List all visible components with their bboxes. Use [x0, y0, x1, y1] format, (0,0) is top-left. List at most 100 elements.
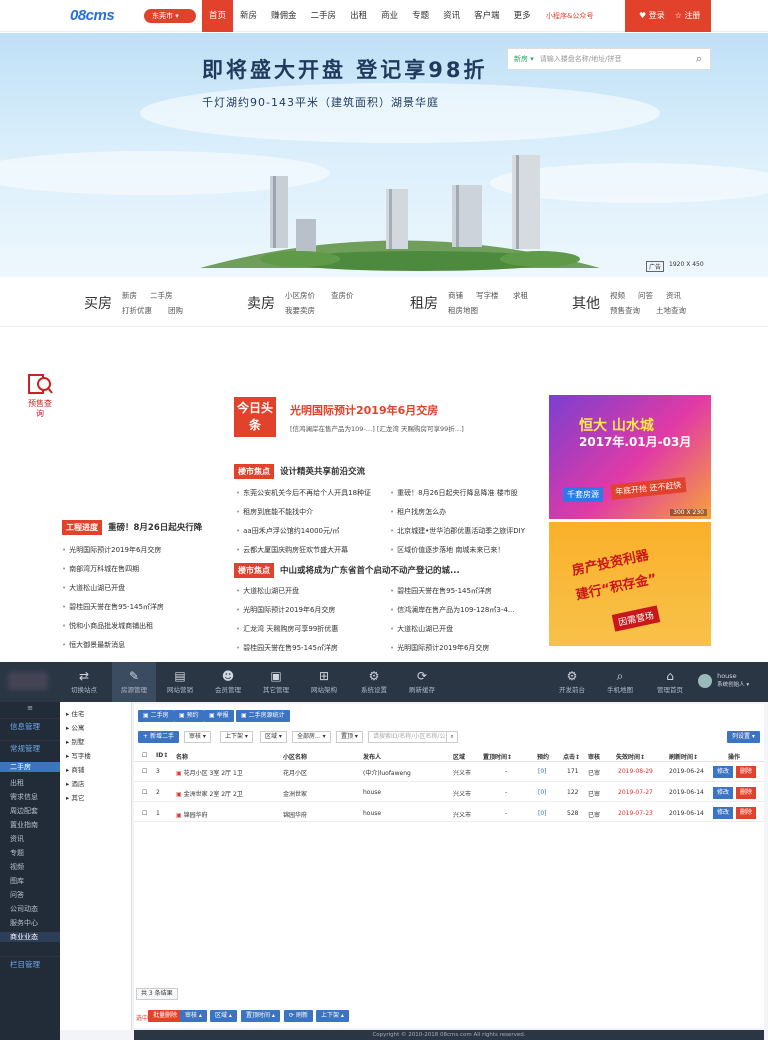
category-link[interactable]: 视频 [610, 290, 625, 301]
col-clicks[interactable]: 点击↕ [563, 752, 580, 761]
category-title[interactable]: 卖房 [247, 293, 275, 313]
sidebar-item[interactable]: 置业指南 [0, 820, 60, 830]
search-icon[interactable]: ⌕ [688, 52, 710, 66]
sidebar-item[interactable]: 资讯 [0, 834, 60, 844]
news-item[interactable]: 云都大厦国庆购房狂欢节盛大开幕 [236, 545, 348, 555]
delete-button[interactable]: 删除 [736, 766, 756, 778]
row-checkbox[interactable]: ☐ [142, 789, 147, 796]
row-appoint[interactable]: [0] [538, 768, 547, 775]
news-item[interactable]: 大道松山湖已开盘 [62, 583, 125, 593]
nav-item-new-house[interactable]: 新房 [233, 0, 264, 32]
topbar-admin-home[interactable]: ⌂ 管理首页 [648, 668, 692, 694]
news-item[interactable]: 汇龙湾 天赐购房可享99折优惠 [236, 624, 338, 634]
nav-item-second-hand[interactable]: 二手房 [304, 0, 344, 32]
news-item[interactable]: 碧桂园天誉在售95-145㎡洋房 [390, 586, 492, 596]
tree-item[interactable]: ▸ 住宅 [66, 708, 84, 718]
sidebar-item[interactable]: 出租 [0, 778, 60, 788]
category-link[interactable]: 我要卖房 [285, 305, 315, 316]
category-link[interactable]: 问答 [638, 290, 653, 301]
edit-button[interactable]: 修改 [713, 807, 733, 819]
topbar-refresh[interactable]: ⟳ 刷新缓存 [400, 668, 444, 694]
topbar-switch-site[interactable]: ⇄ 切换站点 [62, 668, 106, 694]
nav-item-more[interactable]: 更多 [507, 0, 538, 32]
tab-report[interactable]: ▣ 举报 [204, 710, 234, 722]
category-link[interactable]: 写字楼 [476, 290, 499, 301]
batch-shelf-button[interactable]: 上下架 ▴ [316, 1010, 349, 1022]
add-listing-button[interactable]: + 新增二手 [138, 731, 179, 743]
news-item[interactable]: 租房到底能不能找中介 [236, 507, 313, 517]
sidebar-group-columns[interactable]: 栏目管理 [0, 956, 60, 972]
news-item[interactable]: 重磅！8月26日起央行降息降准 楼市股 [390, 488, 518, 498]
category-title[interactable]: 其他 [572, 293, 600, 313]
news-item[interactable]: 信鸿澜岸在售产品为109-128㎡3-4... [390, 605, 514, 615]
news-item[interactable]: 悦和小商品批发城商铺出租 [62, 621, 153, 631]
filter-top[interactable]: 置顶 ▾ [336, 731, 363, 743]
column-settings-button[interactable]: 列设置 ▾ [727, 731, 760, 743]
category-link[interactable]: 求租 [513, 290, 528, 301]
filter-area[interactable]: 区域 ▾ [260, 731, 287, 743]
news-item[interactable]: 大道松山湖已开盘 [236, 586, 299, 596]
ad-banner-evergrande[interactable]: 恒大 山水城 2017年.01月-03月 千套房源 年底开抢 还不赶快 300 … [549, 395, 711, 519]
sidebar-item[interactable]: 需求信息 [0, 792, 60, 802]
category-link[interactable]: 土地查询 [656, 305, 686, 316]
section-title[interactable]: 中山或将成为广东省首个启动不动产登记的城... [280, 564, 460, 576]
tab-statistics[interactable]: ▣ 二手房源统计 [236, 710, 290, 722]
sidebar-item[interactable]: 服务中心 [0, 918, 60, 928]
menu-toggle-icon[interactable]: ≡ [0, 704, 60, 714]
nav-item-rent[interactable]: 出租 [343, 0, 374, 32]
register-button[interactable]: ☆ 注册 [675, 0, 701, 32]
sidebar-item[interactable]: 周边配套 [0, 806, 60, 816]
edit-button[interactable]: 修改 [713, 787, 733, 799]
topbar-architecture[interactable]: ⊞ 网站架构 [302, 668, 346, 694]
nav-item-news[interactable]: 资讯 [436, 0, 467, 32]
batch-area-button[interactable]: 区域 ▴ [210, 1010, 237, 1022]
sidebar-group-info[interactable]: 信息管理 [0, 718, 60, 734]
category-link[interactable]: 新房 [122, 290, 137, 301]
sidebar-group-general[interactable]: 常规管理 [0, 740, 60, 756]
sidebar-item[interactable]: 二手房 [0, 762, 60, 772]
sidebar-item[interactable]: 专题 [0, 848, 60, 858]
row-appoint[interactable]: [0] [538, 789, 547, 796]
category-link[interactable]: 商铺 [448, 290, 463, 301]
nav-item-home[interactable]: 首页 [202, 0, 234, 32]
topbar-marketing[interactable]: ▤ 网站营销 [158, 668, 202, 694]
news-item[interactable]: 北京城建•世华泊郡优惠活动季之旅评DIY [390, 526, 525, 536]
category-title[interactable]: 租房 [410, 293, 438, 313]
col-top-time[interactable]: 置顶时间↕ [483, 752, 512, 761]
row-checkbox[interactable]: ☐ [142, 810, 147, 817]
news-item[interactable]: 光明国际预计2019年6月交房 [62, 545, 161, 555]
section-title[interactable]: 重磅！8月26日起央行降 [108, 521, 202, 533]
delete-button[interactable]: 删除 [736, 787, 756, 799]
tree-item[interactable]: ▸ 公寓 [66, 722, 84, 732]
row-checkbox[interactable]: ☐ [142, 768, 147, 775]
category-link[interactable]: 二手房 [150, 290, 173, 301]
news-item[interactable]: 碧桂园天誉在售95-145㎡洋房 [62, 602, 164, 612]
batch-refresh-button[interactable]: ⟳ 刷新 [284, 1010, 313, 1022]
topbar-other[interactable]: ▣ 其它管理 [254, 668, 298, 694]
batch-audit-button[interactable]: 审核 ▴ [180, 1010, 207, 1022]
search-type-selector[interactable]: 新房 ▾ [508, 54, 540, 64]
nav-item-commission[interactable]: 赚佣金 [264, 0, 304, 32]
user-menu[interactable]: house 系统创始人 ▾ [698, 672, 749, 689]
batch-delete-button[interactable]: 批量删除 [148, 1010, 183, 1022]
delete-button[interactable]: 删除 [736, 807, 756, 819]
tree-item[interactable]: ▸ 其它 [66, 792, 84, 802]
news-item[interactable]: 光明国际预计2019年6月交房 [390, 643, 489, 653]
category-link[interactable]: 租房地图 [448, 305, 478, 316]
news-item[interactable]: 南部湾万科城在售四期 [62, 564, 139, 574]
news-item[interactable]: 大道松山湖已开盘 [390, 624, 453, 634]
sidebar-item[interactable]: 问答 [0, 890, 60, 900]
topbar-mobile-map[interactable]: ⌕ 手机地图 [598, 668, 642, 694]
ad-banner-ccb[interactable]: 房产投资利器 建行“积存金” 因需营场 [549, 522, 711, 646]
edit-button[interactable]: 修改 [713, 766, 733, 778]
filter-shelf[interactable]: 上下架 ▾ [220, 731, 253, 743]
mini-program-link[interactable]: 小程序&公众号 [546, 11, 593, 21]
presale-query-icon[interactable]: 预售查询 [27, 373, 53, 425]
sidebar-item[interactable]: 图库 [0, 876, 60, 886]
nav-item-commercial[interactable]: 商业 [374, 0, 405, 32]
filter-all[interactable]: 全部房... ▾ [292, 731, 331, 743]
filter-audit[interactable]: 审核 ▾ [184, 731, 211, 743]
category-title[interactable]: 买房 [84, 293, 112, 313]
news-item[interactable]: 碧桂园天誉在售95-145㎡洋房 [236, 643, 338, 653]
news-item[interactable]: 区域价值逐步落地 南城未来已来！ [390, 545, 504, 555]
